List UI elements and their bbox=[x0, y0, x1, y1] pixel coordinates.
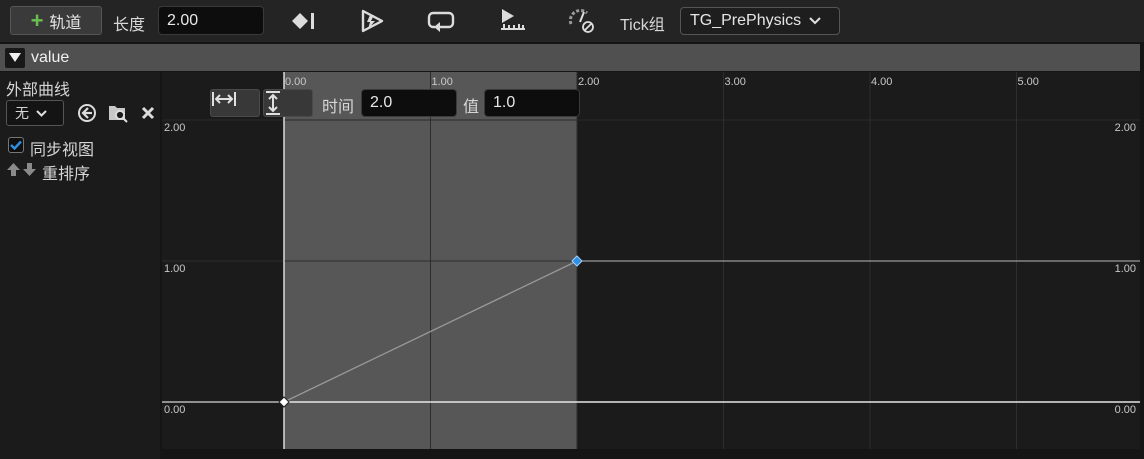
time-label: 时间 bbox=[322, 99, 355, 116]
external-curve-value: 无 bbox=[15, 105, 29, 121]
plus-icon: + bbox=[30, 7, 44, 33]
add-track-label: 轨道 bbox=[49, 14, 82, 32]
x-tick-label: 3.00 bbox=[725, 76, 746, 88]
tick-group-dropdown[interactable]: TG_PrePhysics bbox=[680, 7, 840, 35]
chevron-down-icon bbox=[36, 109, 47, 117]
y-tick-label-right: 0.00 bbox=[1115, 404, 1136, 416]
ignore-time-dilation-icon[interactable] bbox=[566, 7, 598, 35]
arrow-up-icon bbox=[7, 163, 20, 176]
x-tick-label: 2.00 bbox=[578, 76, 599, 88]
value-label: 值 bbox=[463, 99, 480, 116]
collapse-toggle[interactable] bbox=[5, 47, 25, 68]
external-curve-label: 外部曲线 bbox=[6, 82, 71, 99]
y-tick-label-right: 1.00 bbox=[1115, 263, 1136, 275]
curve-graph[interactable]: 0.00 1.00 2.00 3.00 4.00 5.00 2.00 2.00 1.00 1.00… bbox=[162, 72, 1140, 449]
fit-vertical-icon bbox=[266, 91, 280, 115]
length-label: 长度 bbox=[113, 17, 146, 34]
reorder-arrows[interactable] bbox=[6, 162, 37, 177]
tick-group-label: Tick组 bbox=[620, 17, 665, 34]
length-input[interactable]: 2.00 bbox=[158, 6, 264, 35]
x-tick-label: 0.00 bbox=[285, 76, 306, 88]
track-options-panel: 外部曲线 无 同步视图 重排序 bbox=[0, 72, 160, 459]
use-selected-asset-icon[interactable] bbox=[76, 102, 98, 124]
sync-view-label: 同步视图 bbox=[30, 142, 95, 159]
y-tick-label: 1.00 bbox=[164, 263, 185, 275]
curve-canvas[interactable]: 0.00 1.00 2.00 3.00 4.00 5.002.00 2.001.00 1.00… bbox=[162, 72, 1140, 449]
track-header: value bbox=[0, 44, 1140, 71]
tick-group-value: TG_PrePhysics bbox=[690, 12, 802, 29]
chevron-down-icon bbox=[809, 17, 821, 25]
x-tick-label: 1.00 bbox=[432, 76, 453, 88]
x-tick-label: 4.00 bbox=[871, 76, 892, 88]
browse-asset-icon[interactable] bbox=[106, 102, 130, 124]
external-curve-dropdown[interactable]: 无 bbox=[6, 100, 64, 126]
reorder-label: 重排序 bbox=[42, 166, 91, 183]
toolbar: + 轨道 长度 2.00 Tick组 TG_PrePhysics bbox=[0, 0, 1144, 42]
zoom-fit-horizontal-button[interactable] bbox=[210, 89, 260, 117]
track-title: value bbox=[31, 48, 70, 66]
add-track-button[interactable]: + 轨道 bbox=[10, 6, 102, 35]
zoom-fit-vertical-button[interactable] bbox=[263, 89, 313, 117]
autoplay-icon[interactable] bbox=[356, 7, 388, 35]
key-value-input[interactable]: 1.0 bbox=[484, 89, 580, 117]
key-time-input[interactable]: 2.0 bbox=[361, 89, 457, 117]
loop-icon[interactable] bbox=[426, 7, 458, 35]
add-key-icon[interactable] bbox=[287, 7, 319, 35]
sync-view-checkbox[interactable] bbox=[8, 137, 24, 153]
checkmark-icon bbox=[10, 140, 22, 150]
fit-horizontal-icon bbox=[212, 92, 236, 106]
y-tick-label: 2.00 bbox=[164, 122, 185, 134]
y-tick-label-right: 2.00 bbox=[1115, 122, 1136, 134]
arrow-down-icon bbox=[23, 163, 36, 176]
y-tick-label: 0.00 bbox=[164, 404, 185, 416]
triangle-down-icon bbox=[9, 53, 21, 62]
clear-curve-icon[interactable] bbox=[138, 103, 158, 123]
x-tick-label: 5.00 bbox=[1018, 76, 1039, 88]
use-last-keyframe-icon[interactable] bbox=[496, 7, 528, 35]
